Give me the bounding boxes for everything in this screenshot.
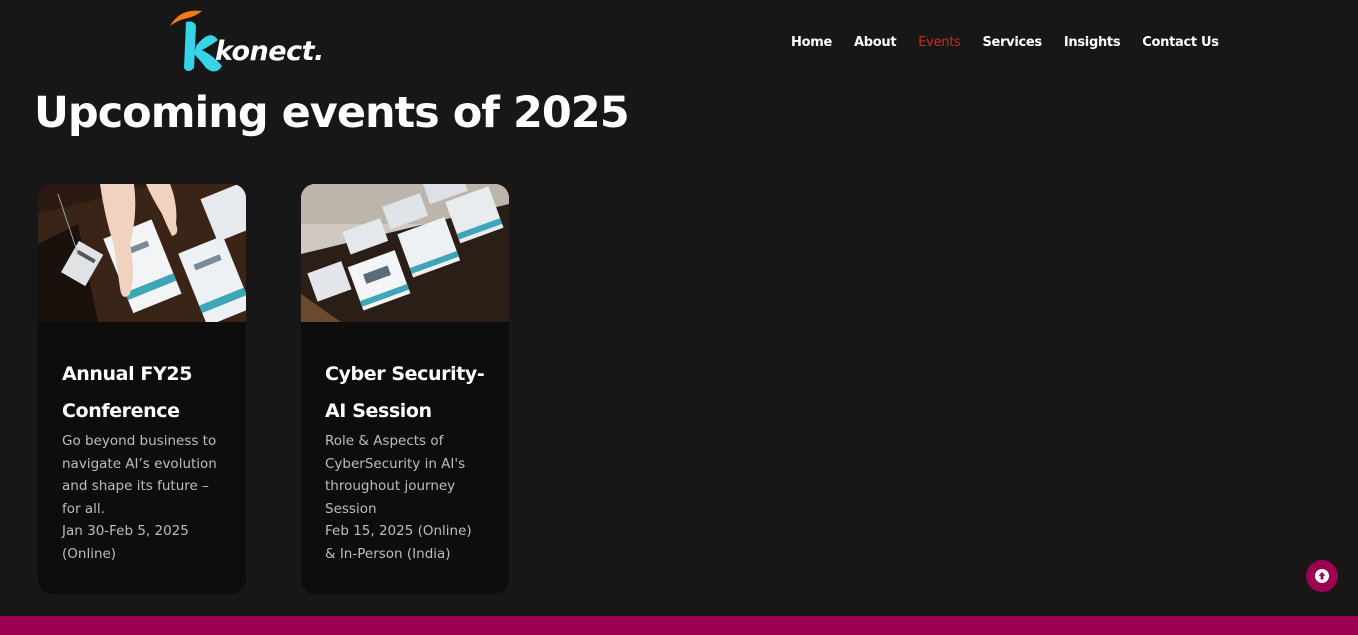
- event-image: [301, 184, 509, 322]
- event-date: Jan 30-Feb 5, 2025 (Online): [62, 523, 189, 562]
- nav-insights[interactable]: Insights: [1064, 35, 1121, 50]
- event-title: Annual FY25: [62, 363, 193, 385]
- nav-about[interactable]: About: [854, 35, 897, 50]
- brand-name: konect.: [215, 36, 324, 67]
- event-title: Conference: [62, 400, 180, 422]
- event-card[interactable]: Annual FY25 Conference Go beyond busines…: [38, 184, 246, 594]
- footer-bar: [0, 616, 1358, 635]
- event-description: Role & Aspects of CyberSecurity in AI's …: [325, 433, 466, 517]
- nav-events[interactable]: Events: [918, 35, 961, 50]
- brand-logo[interactable]: konect.: [166, 6, 336, 76]
- arrow-up-circle-icon: [1315, 569, 1329, 583]
- event-image: [38, 184, 246, 322]
- event-title: Cyber Security-: [325, 363, 485, 385]
- nav-contact-us[interactable]: Contact Us: [1142, 35, 1219, 50]
- nav-home[interactable]: Home: [791, 35, 832, 50]
- event-description: Go beyond business to navigate AI’s evol…: [62, 433, 217, 517]
- page-title: Upcoming events of 2025: [34, 88, 630, 138]
- main-nav: Home About Events Services Insights Cont…: [791, 35, 1241, 50]
- nav-services[interactable]: Services: [982, 35, 1042, 50]
- event-date: Feb 15, 2025 (Online) & In-Person (India…: [325, 523, 472, 562]
- event-card[interactable]: Cyber Security- AI Session Role & Aspect…: [301, 184, 509, 594]
- scroll-to-top-button[interactable]: [1306, 560, 1338, 592]
- event-title: AI Session: [325, 400, 432, 422]
